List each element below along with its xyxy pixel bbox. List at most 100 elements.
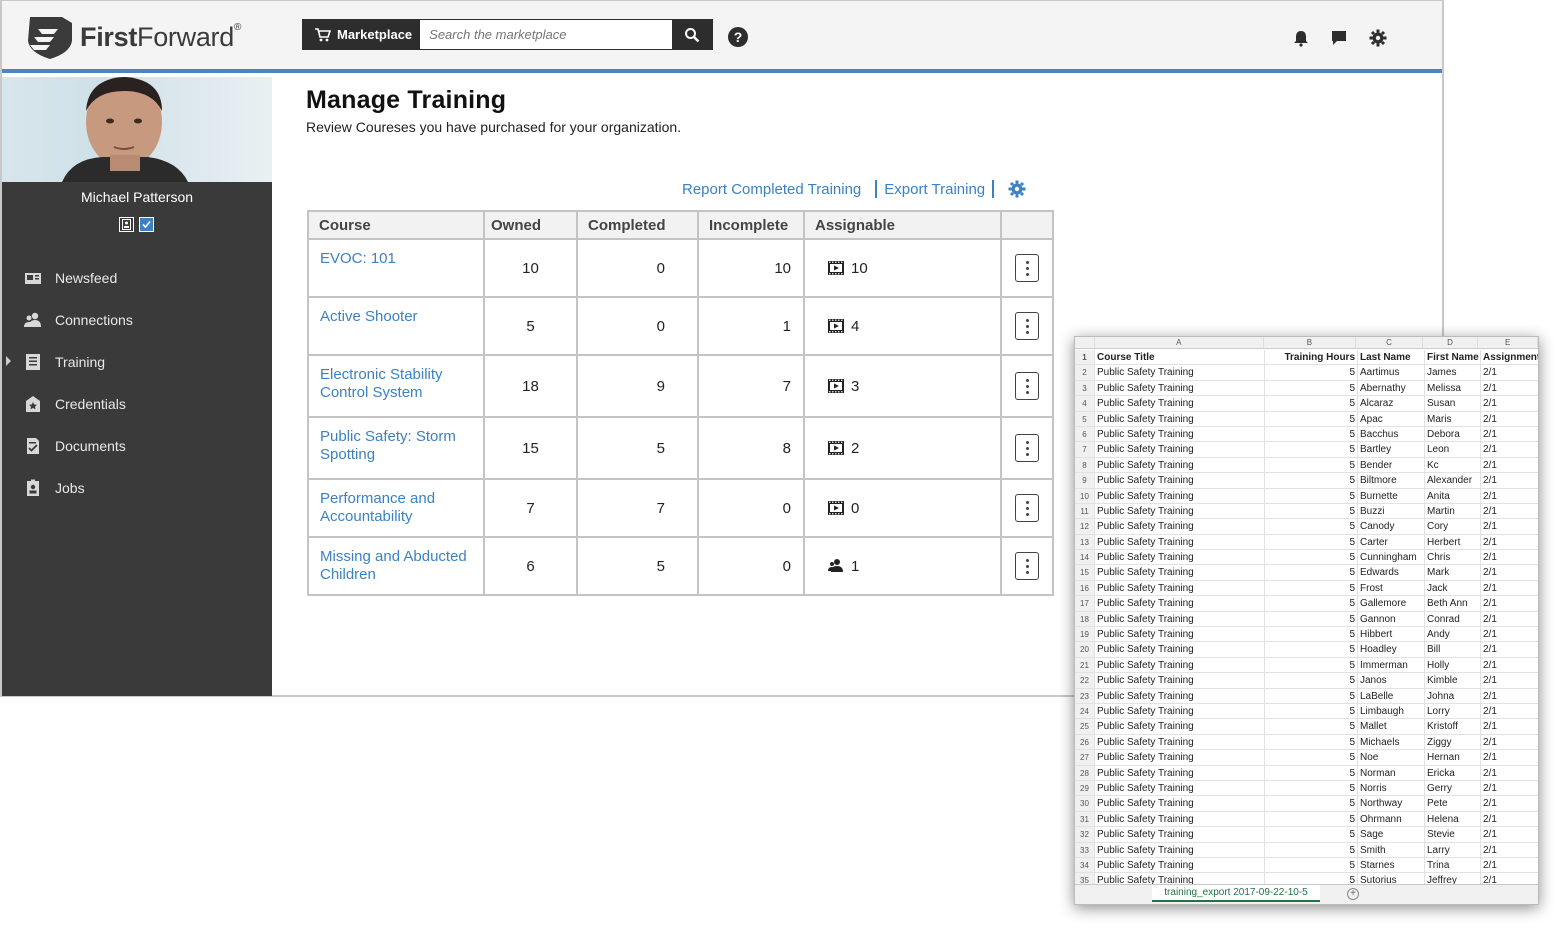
spreadsheet-cell[interactable]: Canody: [1358, 519, 1425, 534]
spreadsheet-cell[interactable]: Sage: [1358, 827, 1425, 842]
spreadsheet-cell[interactable]: Chris: [1425, 550, 1481, 565]
spreadsheet-cell[interactable]: Cunningham: [1358, 550, 1425, 565]
spreadsheet-cell[interactable]: Apac: [1358, 411, 1425, 426]
sidebar-item-credentials[interactable]: Credentials: [2, 383, 272, 425]
report-completed-link[interactable]: Report Completed Training: [682, 181, 861, 198]
spreadsheet-cell[interactable]: 2/1: [1481, 642, 1538, 656]
spreadsheet-cell[interactable]: 5: [1265, 565, 1358, 580]
spreadsheet-cell[interactable]: 2/1: [1481, 858, 1538, 872]
sheet-tab[interactable]: training_export 2017-09-22-10-5: [1152, 885, 1320, 902]
spreadsheet-cell[interactable]: Gerry: [1425, 780, 1481, 796]
marketplace-search-input[interactable]: [420, 20, 673, 49]
spreadsheet-cell[interactable]: Bacchus: [1358, 426, 1425, 442]
course-link[interactable]: Electronic Stability Control System: [308, 355, 485, 418]
course-link[interactable]: Public Safety: Storm Spotting: [308, 417, 485, 480]
spreadsheet-cell[interactable]: Public Safety Training: [1095, 396, 1265, 411]
add-sheet-icon[interactable]: +: [1347, 888, 1359, 900]
spreadsheet-cell[interactable]: 2/1: [1481, 489, 1538, 503]
user-name[interactable]: Michael Patterson: [2, 189, 272, 205]
spreadsheet-cell[interactable]: Public Safety Training: [1095, 765, 1265, 780]
spreadsheet-cell[interactable]: 5: [1265, 457, 1358, 473]
spreadsheet-cell[interactable]: Maris: [1425, 411, 1481, 426]
spreadsheet-cell[interactable]: Norris: [1358, 780, 1425, 796]
spreadsheet-cell[interactable]: 2/1: [1481, 381, 1538, 395]
spreadsheet-cell[interactable]: Bender: [1358, 457, 1425, 473]
spreadsheet-cell[interactable]: Public Safety Training: [1095, 657, 1265, 673]
spreadsheet-cell[interactable]: 5: [1265, 411, 1358, 426]
spreadsheet-cell[interactable]: 2/1: [1481, 827, 1538, 841]
spreadsheet-cell[interactable]: Training Hours: [1265, 350, 1358, 365]
spreadsheet-cell[interactable]: 2/1: [1481, 473, 1538, 487]
spreadsheet-cell[interactable]: Susan: [1425, 396, 1481, 411]
spreadsheet-cell[interactable]: 5: [1265, 380, 1358, 396]
spreadsheet-cell[interactable]: Debora: [1425, 426, 1481, 442]
spreadsheet-cell[interactable]: 5: [1265, 550, 1358, 565]
spreadsheet-cell[interactable]: 2/1: [1481, 612, 1538, 626]
spreadsheet-cell[interactable]: Public Safety Training: [1095, 673, 1265, 688]
spreadsheet-cell[interactable]: 5: [1265, 473, 1358, 488]
spreadsheet-cell[interactable]: James: [1425, 365, 1481, 380]
spreadsheet-cell[interactable]: Aartimus: [1358, 365, 1425, 380]
spreadsheet-cell[interactable]: Public Safety Training: [1095, 457, 1265, 473]
marketplace-button[interactable]: Marketplace: [303, 20, 421, 49]
spreadsheet-cell[interactable]: Martin: [1425, 503, 1481, 519]
spreadsheet-cell[interactable]: Public Safety Training: [1095, 550, 1265, 565]
spreadsheet-cell[interactable]: Public Safety Training: [1095, 580, 1265, 596]
spreadsheet-cell[interactable]: 2/1: [1481, 396, 1538, 410]
spreadsheet-cell[interactable]: Public Safety Training: [1095, 519, 1265, 534]
spreadsheet-cell[interactable]: Conrad: [1425, 611, 1481, 627]
spreadsheet-cell[interactable]: 5: [1265, 796, 1358, 811]
settings-gear-icon[interactable]: [1369, 29, 1387, 47]
spreadsheet-cell[interactable]: Kristoff: [1425, 719, 1481, 734]
spreadsheet-cell[interactable]: Buzzi: [1358, 503, 1425, 519]
spreadsheet-cell[interactable]: 2/1: [1481, 504, 1538, 518]
sidebar-item-newsfeed[interactable]: Newsfeed: [2, 257, 272, 299]
spreadsheet-cell[interactable]: Public Safety Training: [1095, 780, 1265, 796]
spreadsheet-cell[interactable]: 5: [1265, 857, 1358, 873]
spreadsheet-cell[interactable]: Public Safety Training: [1095, 827, 1265, 842]
spreadsheet-cell[interactable]: Anita: [1425, 488, 1481, 503]
spreadsheet-cell[interactable]: Public Safety Training: [1095, 411, 1265, 426]
spreadsheet-cell[interactable]: 5: [1265, 703, 1358, 719]
spreadsheet-cell[interactable]: Public Safety Training: [1095, 611, 1265, 627]
export-training-link[interactable]: Export Training: [884, 181, 985, 198]
spreadsheet-cell[interactable]: Bill: [1425, 642, 1481, 657]
spreadsheet-cell[interactable]: 2/1: [1481, 442, 1538, 456]
spreadsheet-cell[interactable]: 5: [1265, 765, 1358, 780]
spreadsheet-cell[interactable]: Hernan: [1425, 750, 1481, 765]
spreadsheet-cell[interactable]: Public Safety Training: [1095, 750, 1265, 765]
spreadsheet-cell[interactable]: Melissa: [1425, 380, 1481, 396]
spreadsheet-cell[interactable]: Hibbert: [1358, 627, 1425, 642]
row-menu-kebab-icon[interactable]: [1015, 372, 1039, 400]
spreadsheet-cell[interactable]: Public Safety Training: [1095, 534, 1265, 550]
spreadsheet-cell[interactable]: Hoadley: [1358, 642, 1425, 657]
spreadsheet-cell[interactable]: 2/1: [1481, 427, 1538, 441]
spreadsheet-cell[interactable]: Public Safety Training: [1095, 442, 1265, 457]
spreadsheet-cell[interactable]: 2/1: [1481, 596, 1538, 610]
spreadsheet-cell[interactable]: Johna: [1425, 688, 1481, 703]
course-link[interactable]: Missing and Abducted Children: [308, 537, 485, 596]
spreadsheet-cell[interactable]: 2/1: [1481, 843, 1538, 857]
spreadsheet-cell[interactable]: Public Safety Training: [1095, 703, 1265, 719]
spreadsheet-cell[interactable]: Immerman: [1358, 657, 1425, 673]
spreadsheet-cell[interactable]: Michaels: [1358, 734, 1425, 750]
spreadsheet-cell[interactable]: Carter: [1358, 534, 1425, 550]
col-course[interactable]: Course: [308, 211, 485, 240]
spreadsheet-cell[interactable]: Public Safety Training: [1095, 688, 1265, 703]
spreadsheet-cell[interactable]: Lorry: [1425, 703, 1481, 719]
spreadsheet-cell[interactable]: 5: [1265, 734, 1358, 750]
spreadsheet-cell[interactable]: Smith: [1358, 842, 1425, 857]
spreadsheet-cell[interactable]: Larry: [1425, 842, 1481, 857]
spreadsheet-cell[interactable]: 5: [1265, 719, 1358, 734]
spreadsheet-cell[interactable]: 2/1: [1481, 519, 1538, 533]
col-assignable[interactable]: Assignable: [804, 211, 1002, 240]
spreadsheet-cell[interactable]: 2/1: [1481, 689, 1538, 703]
spreadsheet-cell[interactable]: 5: [1265, 396, 1358, 411]
spreadsheet-cell[interactable]: Public Safety Training: [1095, 734, 1265, 750]
sidebar-item-jobs[interactable]: Jobs: [2, 467, 272, 509]
sidebar-item-documents[interactable]: Documents: [2, 425, 272, 467]
spreadsheet-cell[interactable]: 2/1: [1481, 550, 1538, 564]
spreadsheet-cell[interactable]: 2/1: [1481, 365, 1538, 379]
spreadsheet-cell[interactable]: 2/1: [1481, 412, 1538, 426]
spreadsheet-cell[interactable]: Last Name: [1358, 350, 1425, 365]
